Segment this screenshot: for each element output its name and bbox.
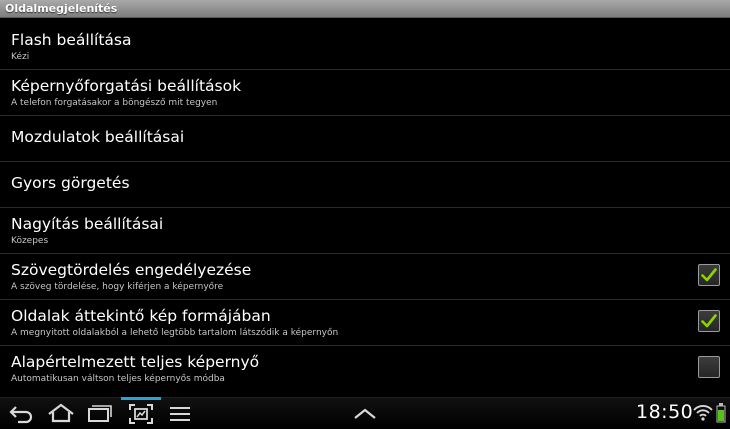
- setting-subtitle: Kézi: [11, 52, 30, 62]
- setting-title: Szövegtördelés engedélyezése: [11, 261, 252, 279]
- text-wrap-checkbox[interactable]: [698, 264, 720, 286]
- status-clock[interactable]: 18:50: [636, 401, 693, 423]
- setting-subtitle: A szöveg tördelése, hogy kiférjen a képe…: [11, 282, 224, 292]
- setting-overview[interactable]: Oldalak áttekintő kép formájában A megny…: [0, 300, 730, 346]
- setting-title: Mozdulatok beállításai: [11, 128, 185, 146]
- fullscreen-checkbox[interactable]: [698, 356, 720, 378]
- setting-text-wrap[interactable]: Szövegtördelés engedélyezése A szöveg tö…: [0, 254, 730, 300]
- setting-fullscreen[interactable]: Alapértelmezett teljes képernyő Automati…: [0, 346, 730, 392]
- setting-subtitle: A megnyitott oldalakból a lehető legtöbb…: [11, 328, 339, 338]
- setting-gestures[interactable]: Mozdulatok beállításai: [0, 116, 730, 162]
- setting-screen-rotation[interactable]: Képernyőforgatási beállítások A telefon …: [0, 70, 730, 116]
- chevron-up-icon: [354, 408, 376, 419]
- setting-title: Nagyítás beállításai: [11, 215, 164, 233]
- status-icons[interactable]: [693, 403, 727, 427]
- setting-subtitle: Automatikusan váltson teljes képernyős m…: [11, 374, 225, 384]
- quick-panel-button[interactable]: [350, 398, 380, 429]
- home-button[interactable]: [44, 398, 78, 429]
- setting-zoom[interactable]: Nagyítás beállításai Közepes: [0, 208, 730, 254]
- screenshot-icon: [129, 404, 153, 424]
- setting-title: Flash beállítása: [11, 31, 132, 49]
- settings-list: Flash beállítása Kézi Képernyőforgatási …: [0, 24, 730, 392]
- checkmark-icon: [701, 314, 717, 328]
- window-titlebar: Oldalmegjelenítés: [0, 0, 730, 18]
- recent-apps-icon: [88, 405, 112, 422]
- battery-icon: [716, 403, 726, 423]
- menu-icon: [170, 407, 190, 421]
- screenshot-button[interactable]: [124, 398, 158, 429]
- window-title: Oldalmegjelenítés: [5, 2, 118, 15]
- recent-apps-button[interactable]: [85, 398, 115, 429]
- setting-title: Gyors görgetés: [11, 174, 130, 192]
- setting-title: Alapértelmezett teljes képernyő: [11, 353, 260, 371]
- back-button[interactable]: [6, 398, 36, 429]
- setting-title: Képernyőforgatási beállítások: [11, 77, 242, 95]
- setting-flash[interactable]: Flash beállítása Kézi: [0, 24, 730, 70]
- menu-button[interactable]: [166, 398, 194, 429]
- checkmark-icon: [701, 268, 717, 282]
- home-icon: [48, 403, 74, 423]
- setting-fast-scroll[interactable]: Gyors görgetés: [0, 162, 730, 208]
- setting-title: Oldalak áttekintő kép formájában: [11, 307, 271, 325]
- setting-subtitle: A telefon forgatásakor a böngésző mit te…: [11, 98, 218, 108]
- overview-checkbox[interactable]: [698, 310, 720, 332]
- setting-subtitle: Közepes: [11, 236, 49, 246]
- back-icon: [9, 406, 33, 424]
- system-navbar: 18:50: [0, 397, 730, 428]
